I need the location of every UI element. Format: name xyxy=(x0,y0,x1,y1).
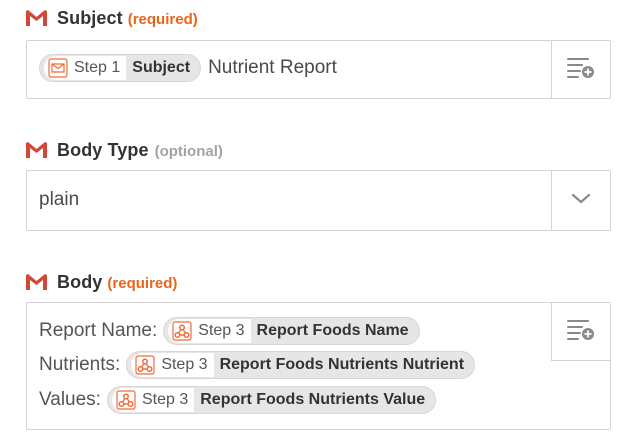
body-line: Nutrients: Step 3 Report Foods Nutrients… xyxy=(39,351,476,379)
pill-app: Step 3 xyxy=(168,319,251,343)
subject-label: Subject (required) xyxy=(26,8,198,29)
body-line-label: Nutrients: xyxy=(39,354,121,375)
pill-step: Step 3 xyxy=(161,356,208,373)
body-field-pill[interactable]: Step 3 Report Foods Nutrients Value xyxy=(106,386,437,414)
body-field[interactable]: Report Name: Step 3 Report Foods Name Nu… xyxy=(26,302,611,430)
pill-field: Report Foods Name xyxy=(256,322,409,339)
email-app-icon xyxy=(48,58,68,78)
required-tag: (required) xyxy=(107,275,178,292)
gmail-icon xyxy=(26,274,47,290)
body-field-pill[interactable]: Step 3 Report Foods Name xyxy=(163,317,420,345)
pill-step: Step 1 xyxy=(74,59,121,76)
body-field-pill[interactable]: Step 3 Report Foods Nutrients Nutrient xyxy=(126,351,476,379)
webhook-app-icon xyxy=(172,321,192,341)
chevron-down-icon xyxy=(571,192,591,210)
subject-content: Step 1 Subject Nutrient Report xyxy=(39,54,337,82)
dropdown-button[interactable] xyxy=(551,171,610,230)
subject-text: Nutrient Report xyxy=(208,57,337,78)
pill-field: Report Foods Nutrients Nutrient xyxy=(219,356,465,373)
body-type-value: plain xyxy=(39,189,80,210)
body-label: Body (required) xyxy=(26,272,177,293)
pill-app: Step 3 xyxy=(131,353,214,377)
body-line: Values: Step 3 Report Foods Nutrients Va… xyxy=(39,386,437,414)
body-type-select[interactable]: plain xyxy=(26,170,611,231)
pill-app: Step 1 xyxy=(44,56,127,80)
insert-field-button[interactable] xyxy=(551,41,610,98)
pill-field: Subject xyxy=(132,59,191,76)
insert-field-icon xyxy=(566,55,596,84)
webhook-app-icon xyxy=(116,390,136,410)
optional-tag: (optional) xyxy=(154,143,223,160)
body-type-label-text: Body Type xyxy=(57,140,149,160)
insert-field-icon xyxy=(566,317,596,346)
body-type-label: Body Type (optional) xyxy=(26,140,223,161)
insert-field-button[interactable] xyxy=(551,303,610,361)
pill-step: Step 3 xyxy=(198,322,245,339)
pill-step: Step 3 xyxy=(141,391,189,408)
body-label-text: Body xyxy=(57,272,103,292)
webhook-app-icon xyxy=(135,355,155,375)
pill-app: Step 3 xyxy=(111,388,195,412)
subject-label-text: Subject xyxy=(57,8,123,28)
body-line: Report Name: Step 3 Report Foods Name xyxy=(39,317,420,345)
body-line-label: Values: xyxy=(39,389,101,410)
gmail-icon xyxy=(26,10,47,26)
subject-field[interactable]: Step 1 Subject Nutrient Report xyxy=(26,40,611,99)
pill-field: Report Foods Nutrients Value xyxy=(200,391,426,408)
required-tag: (required) xyxy=(127,11,198,28)
gmail-icon xyxy=(26,142,47,158)
body-line-label: Report Name: xyxy=(39,320,158,341)
subject-field-pill[interactable]: Step 1 Subject xyxy=(39,54,202,82)
